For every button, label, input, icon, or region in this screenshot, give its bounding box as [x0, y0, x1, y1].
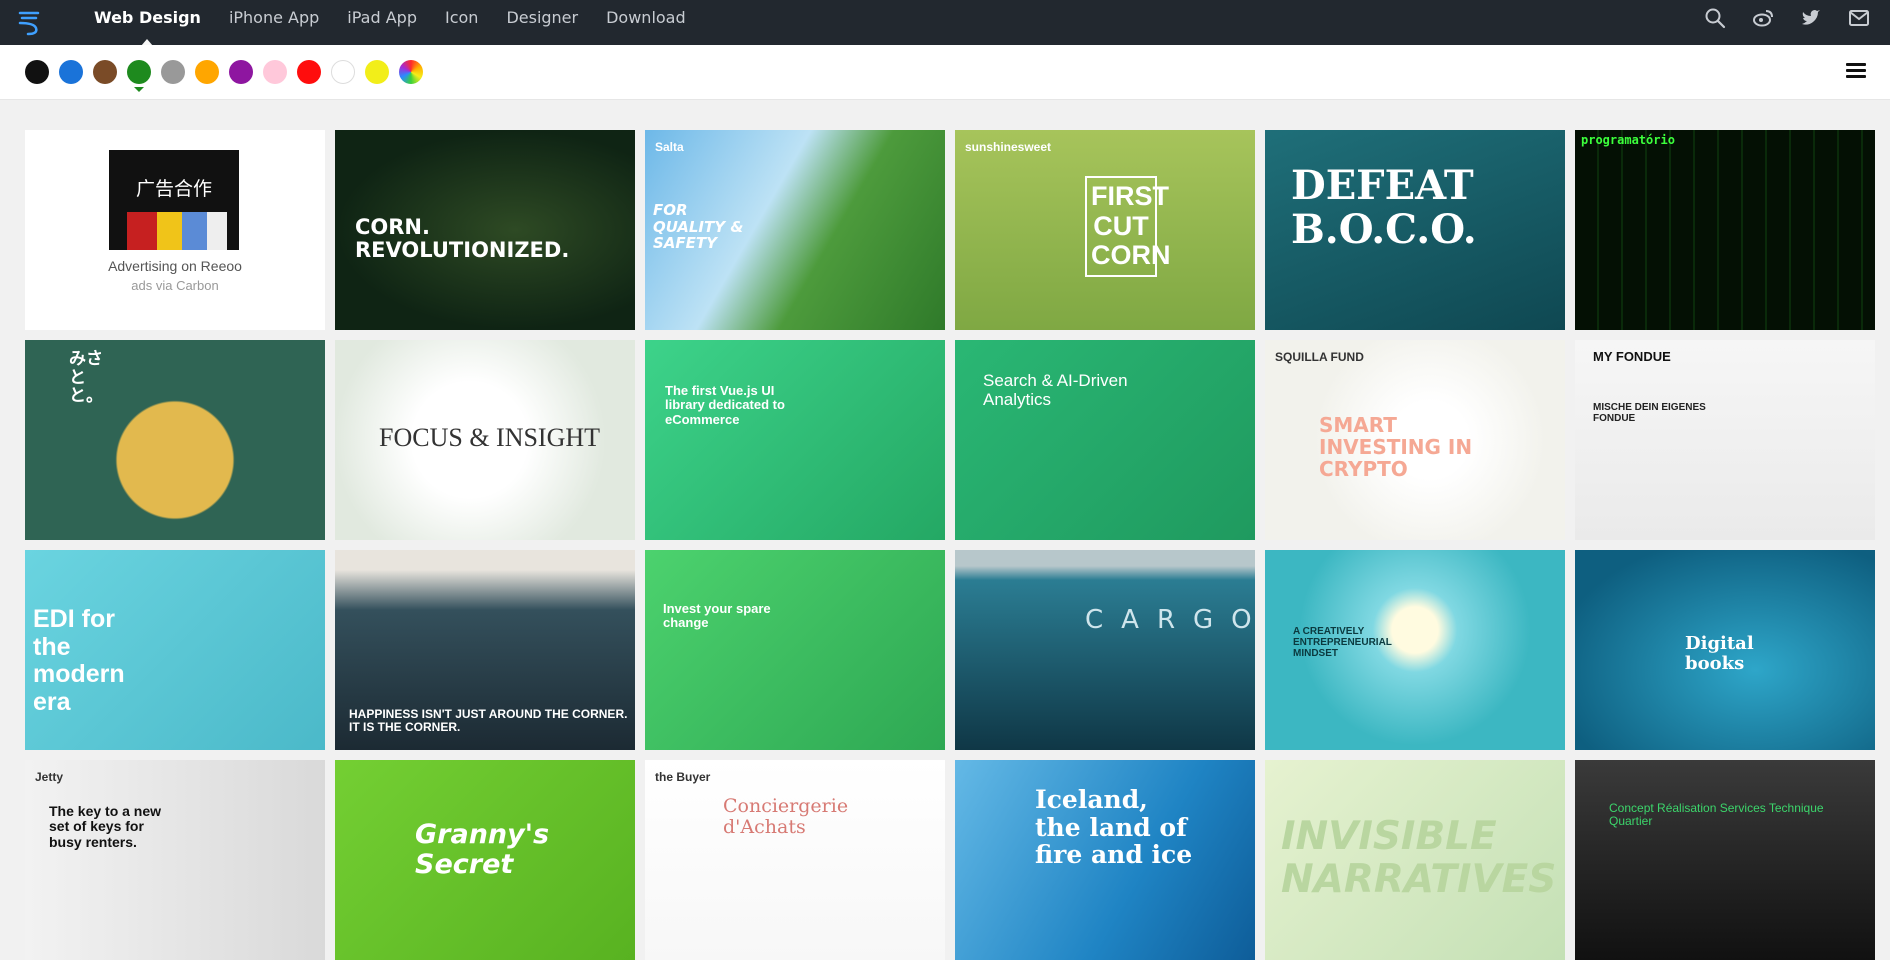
card-brand: the Buyer [655, 770, 711, 784]
gallery-card[interactable]: HAPPINESS ISN'T JUST AROUND THE CORNER. … [335, 550, 635, 750]
color-swatch[interactable] [399, 60, 423, 84]
gallery-card[interactable]: DEFEAT B.O.C.O. [1265, 130, 1565, 330]
gallery-card[interactable]: SQUILLA FUND SMART INVESTING IN CRYPTO [1265, 340, 1565, 540]
card-headline: Conciergerie d'Achats [723, 795, 849, 838]
card-brand: Jetty [35, 770, 64, 784]
gallery-card[interactable]: programatório [1575, 130, 1875, 330]
color-swatch[interactable] [59, 60, 83, 84]
ad-image[interactable]: 广告合作 [109, 150, 239, 250]
card-headline: Iceland, the land of fire and ice [1035, 785, 1193, 869]
card-headline: SMART INVESTING IN CRYPTO [1319, 413, 1473, 481]
card-headline: EDI for the modern era [33, 605, 125, 716]
card-headline: CARGO [1085, 605, 1255, 635]
reeoo-logo-icon[interactable] [16, 8, 52, 38]
color-swatch[interactable] [161, 60, 185, 84]
card-subline: MISCHE DEIN EIGENES FONDUE [1593, 402, 1706, 424]
ad-subtitle[interactable]: ads via Carbon [25, 278, 325, 293]
card-headline: FOR QUALITY & SAFETY [653, 201, 744, 252]
card-headline: FIRST CUT CORN [1085, 176, 1171, 278]
gallery-card[interactable]: FOCUS & INSIGHT [335, 340, 635, 540]
nav-icon[interactable]: Icon [431, 0, 492, 45]
gallery-card[interactable]: Jetty The key to a new set of keys for bu… [25, 760, 325, 960]
gallery-card[interactable]: The first Vue.js UI library dedicated to… [645, 340, 945, 540]
card-headline: Invest your spare change [663, 601, 771, 631]
color-swatch[interactable] [229, 60, 253, 84]
gallery-card[interactable]: Concept Réalisation Services Technique Q… [1575, 760, 1875, 960]
card-headline: CORN. REVOLUTIONIZED. [355, 215, 570, 263]
card-headline: The first Vue.js UI library dedicated to… [665, 383, 785, 427]
color-swatch[interactable] [297, 60, 321, 84]
card-headline: みさとと。 [69, 349, 103, 407]
gallery-card[interactable]: みさとと。 [25, 340, 325, 540]
gallery-card[interactable]: A CREATIVELY ENTREPRENEURIAL MINDSET [1265, 550, 1565, 750]
gallery-card[interactable]: Search & AI-Driven Analytics [955, 340, 1255, 540]
gallery-card[interactable]: sunshinesweet FIRST CUT CORN [955, 130, 1255, 330]
weibo-icon[interactable] [1752, 7, 1774, 29]
gallery-card[interactable]: Granny's Secret [335, 760, 635, 960]
nav-download[interactable]: Download [592, 0, 700, 45]
color-swatch[interactable] [365, 60, 389, 84]
gallery-card[interactable]: Invest your spare change [645, 550, 945, 750]
hamburger-menu-icon[interactable] [1846, 63, 1866, 79]
card-headline: HAPPINESS ISN'T JUST AROUND THE CORNER. … [349, 707, 628, 735]
card-headline: Digital books [1685, 633, 1754, 674]
card-headline: Concept Réalisation Services Technique Q… [1609, 801, 1824, 829]
card-brand: Salta [655, 140, 684, 154]
nav-web-design[interactable]: Web Design [80, 0, 215, 45]
color-filter-bar [0, 45, 1890, 100]
card-headline: Search & AI-Driven Analytics [983, 371, 1128, 409]
ad-image-text: 广告合作 [135, 178, 212, 200]
gallery-card[interactable]: INVISIBLE NARRATIVES [1265, 760, 1565, 960]
header-icons [1704, 0, 1870, 36]
color-swatch[interactable] [93, 60, 117, 84]
color-swatch[interactable] [331, 60, 355, 84]
mail-icon[interactable] [1848, 7, 1870, 29]
main-nav: Web Design iPhone App iPad App Icon Desi… [80, 0, 700, 45]
gallery-card[interactable]: CARGO [955, 550, 1255, 750]
card-headline: DEFEAT B.O.C.O. [1291, 162, 1477, 253]
nav-designer[interactable]: Designer [492, 0, 592, 45]
gallery-card[interactable]: Digital books [1575, 550, 1875, 750]
gallery-card[interactable]: Iceland, the land of fire and ice [955, 760, 1255, 960]
color-swatch[interactable] [25, 60, 49, 84]
card-headline: programatório [1581, 133, 1675, 147]
card-headline: The key to a new set of keys for busy re… [49, 803, 162, 850]
ad-card[interactable]: 广告合作 Advertising on Reeoo ads via Carbon [25, 130, 325, 330]
gallery-card[interactable]: Salta FOR QUALITY & SAFETY [645, 130, 945, 330]
gallery-card[interactable]: EDI for the modern era [25, 550, 325, 750]
card-headline: INVISIBLE NARRATIVES [1281, 814, 1557, 902]
card-brand: sunshinesweet [965, 140, 1052, 154]
card-headline: FOCUS & INSIGHT [379, 423, 601, 452]
nav-iphone-app[interactable]: iPhone App [215, 0, 333, 45]
ad-books-graphic [127, 212, 227, 250]
top-bar: Web Design iPhone App iPad App Icon Desi… [0, 0, 1890, 45]
color-swatch[interactable] [127, 60, 151, 84]
gallery-grid: 广告合作 Advertising on Reeoo ads via Carbon… [25, 130, 1875, 960]
color-swatch[interactable] [195, 60, 219, 84]
color-swatch[interactable] [263, 60, 287, 84]
card-brand: SQUILLA FUND [1275, 350, 1364, 364]
card-headline: Granny's Secret [415, 819, 550, 880]
card-headline: A CREATIVELY ENTREPRENEURIAL MINDSET [1293, 626, 1392, 659]
gallery-card[interactable]: the Buyer Conciergerie d'Achats [645, 760, 945, 960]
gallery-card[interactable]: CORN. REVOLUTIONIZED. [335, 130, 635, 330]
ad-title[interactable]: Advertising on Reeoo [25, 258, 325, 274]
gallery-card[interactable]: MY FONDUE MISCHE DEIN EIGENES FONDUE [1575, 340, 1875, 540]
twitter-icon[interactable] [1800, 7, 1822, 29]
card-headline: MY FONDUE [1593, 349, 1671, 364]
search-icon[interactable] [1704, 7, 1726, 29]
nav-ipad-app[interactable]: iPad App [333, 0, 431, 45]
